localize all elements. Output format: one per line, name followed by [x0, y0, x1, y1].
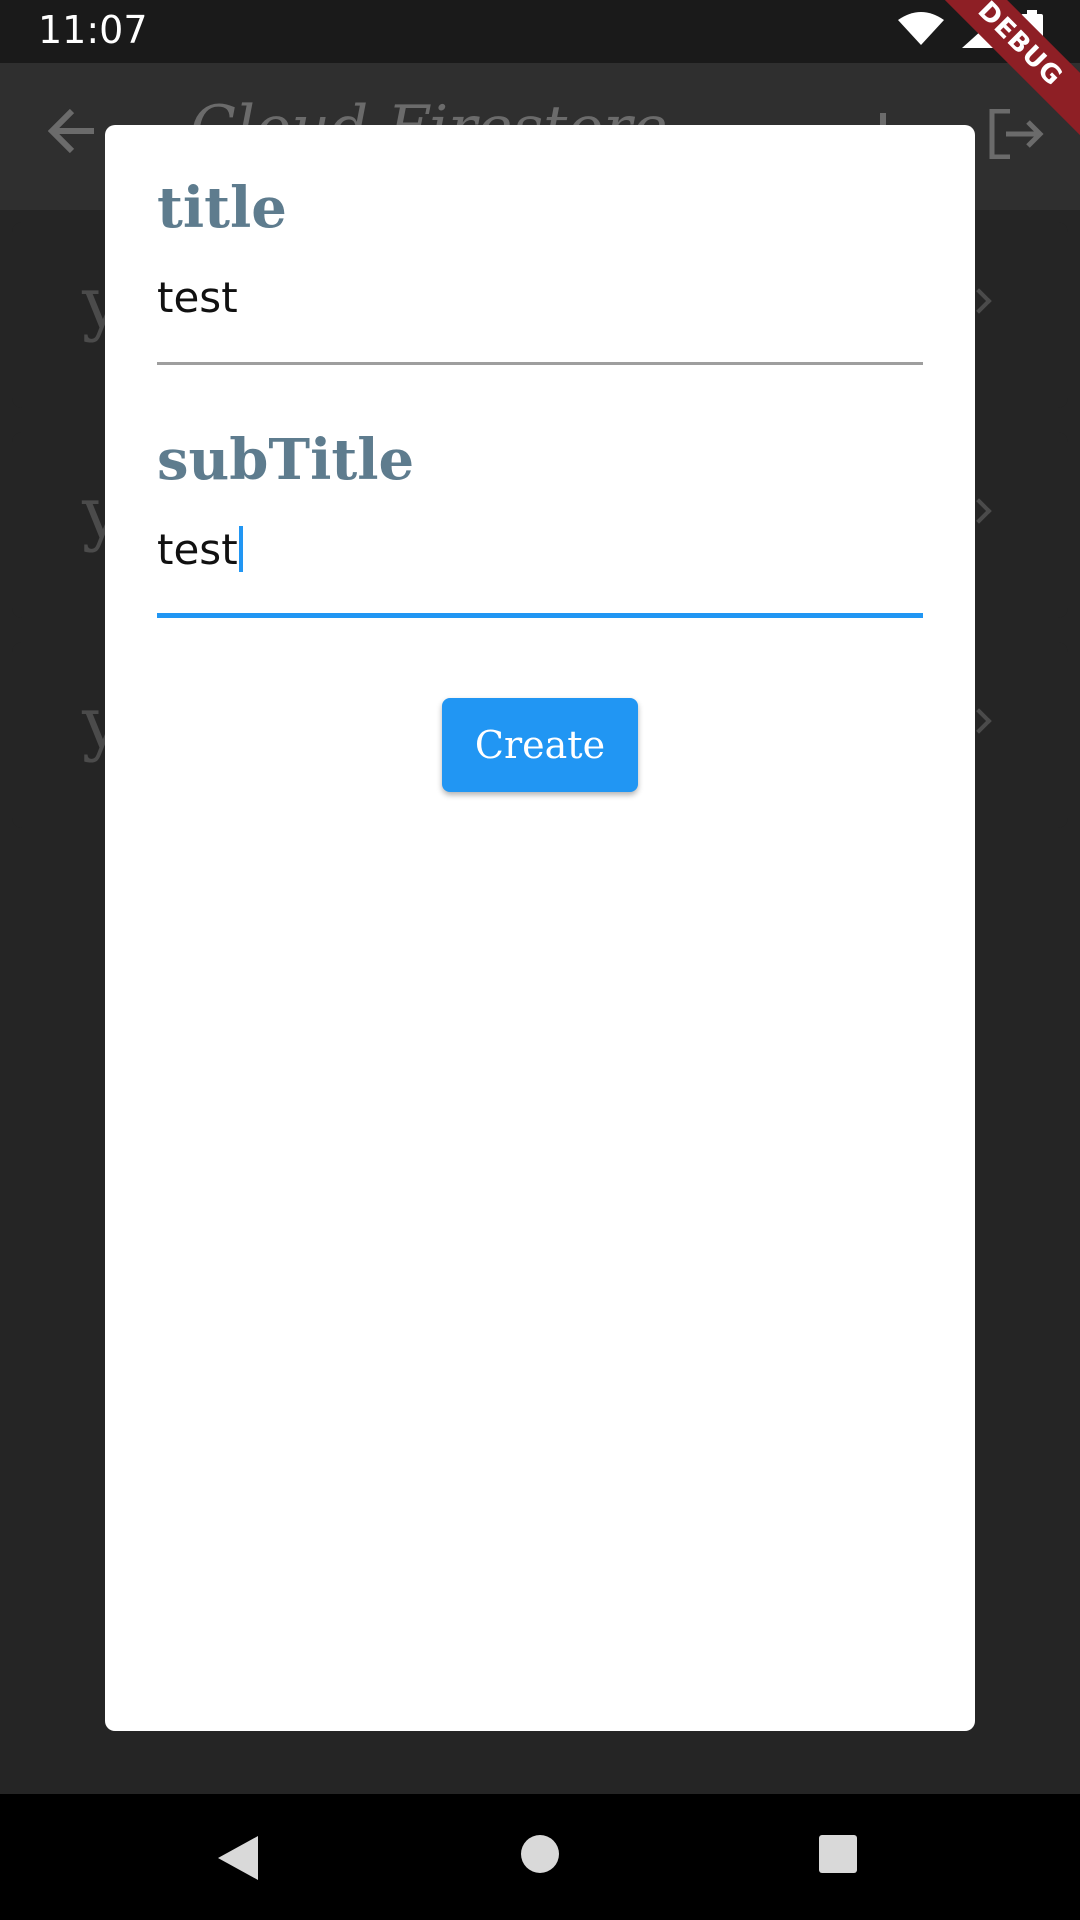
- create-dialog: title test subTitle test Create: [105, 125, 975, 1731]
- wifi-icon: [898, 12, 944, 45]
- title-field-input[interactable]: test: [157, 273, 238, 322]
- title-field-underline: [157, 362, 923, 365]
- text-caret: [238, 526, 243, 572]
- create-button[interactable]: Create: [442, 698, 638, 792]
- navigation-bar: [0, 1794, 1080, 1920]
- subtitle-field-text: test: [157, 525, 238, 574]
- status-time: 11:07: [38, 8, 148, 52]
- back-arrow-icon[interactable]: [48, 109, 96, 153]
- status-bar: 11:07: [0, 0, 1080, 63]
- logout-icon[interactable]: [988, 109, 1044, 159]
- back-triangle-icon[interactable]: [216, 1834, 260, 1882]
- subtitle-field-input[interactable]: test: [157, 525, 243, 574]
- subtitle-field-underline: [157, 613, 923, 618]
- title-field-label: title: [157, 175, 287, 241]
- home-circle-icon[interactable]: [520, 1834, 560, 1874]
- recents-square-icon[interactable]: [818, 1834, 858, 1874]
- subtitle-field-label: subTitle: [157, 427, 415, 493]
